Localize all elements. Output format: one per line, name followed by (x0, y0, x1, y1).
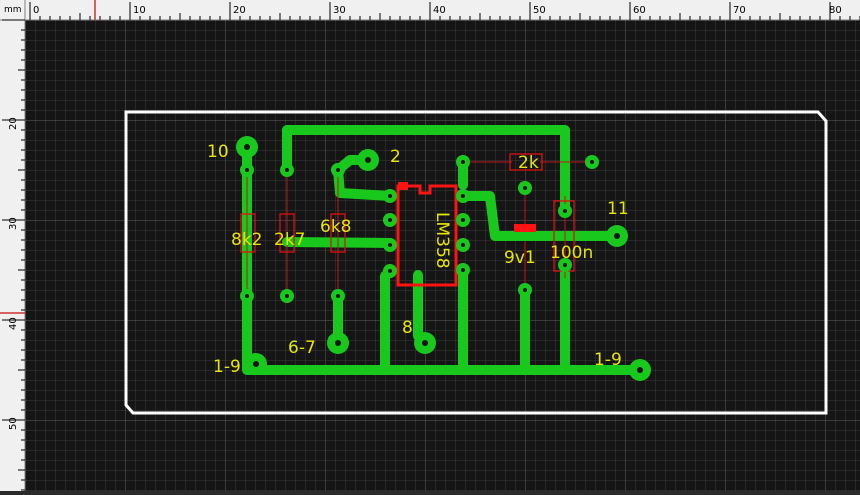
label-resistor-2k7: 2k7 (274, 230, 305, 250)
label-pin6-7: 6-7 (288, 338, 316, 358)
label-resistor-2k: 2k (518, 153, 539, 173)
zener-cathode-band (514, 224, 536, 232)
ruler-top-0: 0 (33, 5, 39, 16)
ruler-top-30: 30 (333, 5, 346, 16)
ruler-top-20: 20 (233, 5, 246, 16)
pcb-canvas[interactable]: 10 2 11 8 6-7 1-9 1-9 8k2 2k7 6k8 2k 9v1… (0, 0, 860, 491)
track-ic-gnd-left (380, 266, 395, 375)
ruler-top-80: 80 (829, 5, 842, 16)
ruler-left-40: 40 (8, 317, 19, 330)
label-pin10: 10 (207, 142, 229, 162)
pcb-editor-window: 10 2 11 8 6-7 1-9 1-9 8k2 2k7 6k8 2k 9v1… (0, 0, 860, 491)
label-pin8: 8 (402, 318, 413, 338)
label-zener-9v1: 9v1 (504, 248, 536, 268)
ruler-top-70: 70 (733, 5, 746, 16)
ruler-top-10: 10 (133, 5, 146, 16)
label-ic-lm358: LM358 (432, 212, 452, 269)
ic-pin1-marker (398, 182, 408, 190)
ruler-top-50: 50 (533, 5, 546, 16)
ruler-top-40: 40 (433, 5, 446, 16)
ruler-top-60: 60 (633, 5, 646, 16)
ruler-left-50: 50 (8, 417, 19, 430)
label-pin1-9-left: 1-9 (213, 357, 241, 377)
ruler-left-20: 20 (8, 117, 19, 130)
ruler-left-30: 30 (8, 217, 19, 230)
label-resistor-6k8: 6k8 (320, 217, 351, 237)
label-pin2: 2 (390, 147, 401, 167)
label-pin11: 11 (607, 199, 629, 219)
label-resistor-8k2: 8k2 (231, 230, 262, 250)
ruler-unit: mm (4, 5, 22, 15)
label-capacitor-100n: 100n (550, 243, 593, 263)
label-pin1-9-right: 1-9 (594, 350, 622, 370)
